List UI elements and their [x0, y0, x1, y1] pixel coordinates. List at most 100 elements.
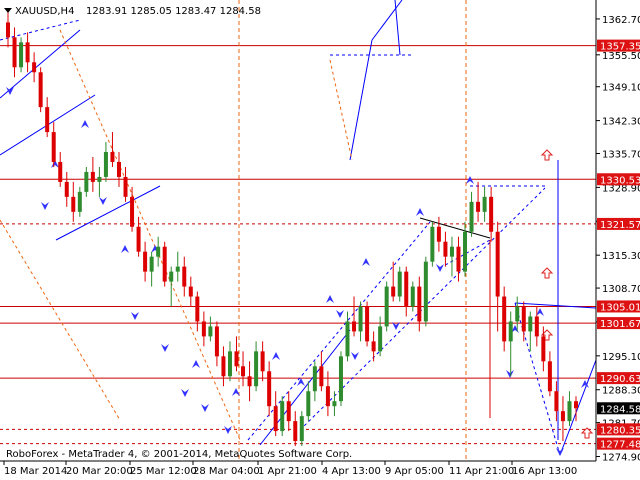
candle-body	[469, 201, 474, 232]
fractal-down-icon	[506, 370, 514, 378]
fractal-up-icon	[466, 176, 474, 184]
candle-body	[456, 246, 461, 272]
candle-body	[404, 271, 409, 307]
fractal-down-icon	[436, 264, 444, 272]
candle-body	[156, 246, 161, 257]
candle-body	[574, 401, 578, 409]
candle-body	[306, 391, 311, 417]
candle-body	[436, 226, 441, 242]
candle-body	[169, 271, 174, 282]
projection-line	[329, 59, 353, 161]
fractal-down-icon	[201, 404, 209, 412]
y-tick-label: 1349.10	[602, 83, 640, 94]
x-tick-label: 11 Apr 21:00	[449, 466, 514, 477]
candle-body	[188, 286, 193, 297]
trend-line	[514, 302, 597, 309]
fractal-up-icon	[272, 352, 280, 360]
candle-body	[299, 416, 304, 442]
candle-body	[260, 351, 265, 372]
candle-body	[449, 246, 454, 257]
candle-body	[227, 351, 232, 377]
fractal-down-icon	[6, 87, 14, 95]
symbol-label: XAUUSD,H4	[15, 6, 74, 17]
candle-body	[397, 271, 402, 297]
ohlc-readout: 1283.91 1285.05 1283.47 1284.58	[86, 6, 261, 17]
candle-body	[325, 386, 330, 407]
y-tick-label: 1362.70	[602, 15, 640, 26]
x-tick-label: 9 Apr 05:00	[385, 466, 444, 477]
fractal-up-icon	[362, 258, 370, 266]
candle-body	[463, 231, 468, 272]
candle-body	[51, 132, 56, 162]
candle-body	[286, 401, 291, 422]
y-tick-label: 1342.30	[602, 117, 640, 128]
candles	[6, 12, 578, 447]
candle-body	[12, 37, 17, 68]
candle-body	[234, 351, 239, 367]
projection-line	[0, 219, 121, 421]
candle-body	[482, 196, 487, 212]
fractal-down-icon	[181, 389, 189, 397]
y-tick-label: 1315.30	[602, 251, 640, 262]
candle-body	[384, 286, 389, 327]
candle-body	[371, 341, 376, 352]
trend-line	[0, 19, 81, 41]
candle-body	[528, 316, 533, 332]
fractal-down-icon	[161, 344, 169, 352]
candle-body	[430, 226, 435, 262]
x-tick-label: 4 Apr 13:00	[322, 466, 381, 477]
candle-body	[319, 366, 324, 387]
analysis-drawings	[0, 0, 597, 456]
collapse-arrow-icon[interactable]	[4, 8, 12, 13]
candle-body	[378, 326, 383, 352]
price-tag-label: 1305.01	[600, 302, 640, 313]
trend-line	[55, 185, 161, 241]
candle-body	[175, 266, 180, 272]
axes: 1362.701355.501349.101342.301335.701328.…	[0, 0, 640, 477]
x-tick-label: 1 Apr 21:00	[258, 466, 317, 477]
fractal-up-icon	[121, 245, 129, 253]
price-chart[interactable]: 1362.701355.501349.101342.301335.701328.…	[0, 0, 640, 480]
candle-body	[502, 296, 507, 342]
candle-body	[97, 176, 102, 182]
fractal-down-icon	[99, 197, 107, 205]
metatrader-chart-window[interactable]: 1362.70 1355.50 1349.10 1342.30 1335.70 1328.…	[0, 0, 640, 480]
fractal-up-icon	[81, 120, 89, 128]
candle-body	[84, 171, 89, 192]
candle-body	[38, 72, 43, 108]
target-arrow-icon	[540, 267, 554, 279]
price-tag-label: 1290.63	[600, 374, 640, 385]
candle-body	[515, 306, 520, 322]
chart-header: XAUUSD,H4 1283.91 1285.05 1283.47 1284.5…	[4, 6, 261, 17]
trend-line	[349, 39, 373, 161]
y-tick-label: 1335.70	[602, 150, 640, 161]
candle-body	[547, 361, 552, 392]
candle-body	[6, 22, 10, 38]
fractal-down-icon	[336, 310, 344, 318]
candle-body	[508, 321, 513, 342]
candle-body	[214, 326, 219, 357]
candle-body	[521, 306, 526, 332]
fractal-down-icon	[131, 312, 139, 320]
fractal-up-icon	[326, 295, 334, 303]
candle-body	[332, 401, 337, 407]
candle-body	[143, 251, 148, 272]
candle-body	[103, 152, 108, 177]
candle-body	[241, 366, 246, 377]
candle-body	[130, 196, 135, 227]
candle-body	[116, 161, 121, 177]
y-tick-label: 1274.90	[602, 453, 640, 464]
candle-body	[123, 176, 128, 197]
candle-body	[221, 356, 226, 377]
price-tag-label: 1357.35	[600, 42, 640, 53]
candle-body	[410, 286, 415, 307]
candle-body	[338, 356, 343, 402]
candle-body	[149, 256, 154, 272]
candle-body	[352, 321, 357, 332]
x-tick-label: 16 Apr 13:00	[512, 466, 577, 477]
candle-body	[19, 42, 24, 68]
candle-body	[358, 306, 363, 332]
candle-body	[534, 316, 539, 337]
x-tick-label: 18 Mar 2014	[4, 466, 67, 477]
candle-body	[71, 196, 76, 212]
